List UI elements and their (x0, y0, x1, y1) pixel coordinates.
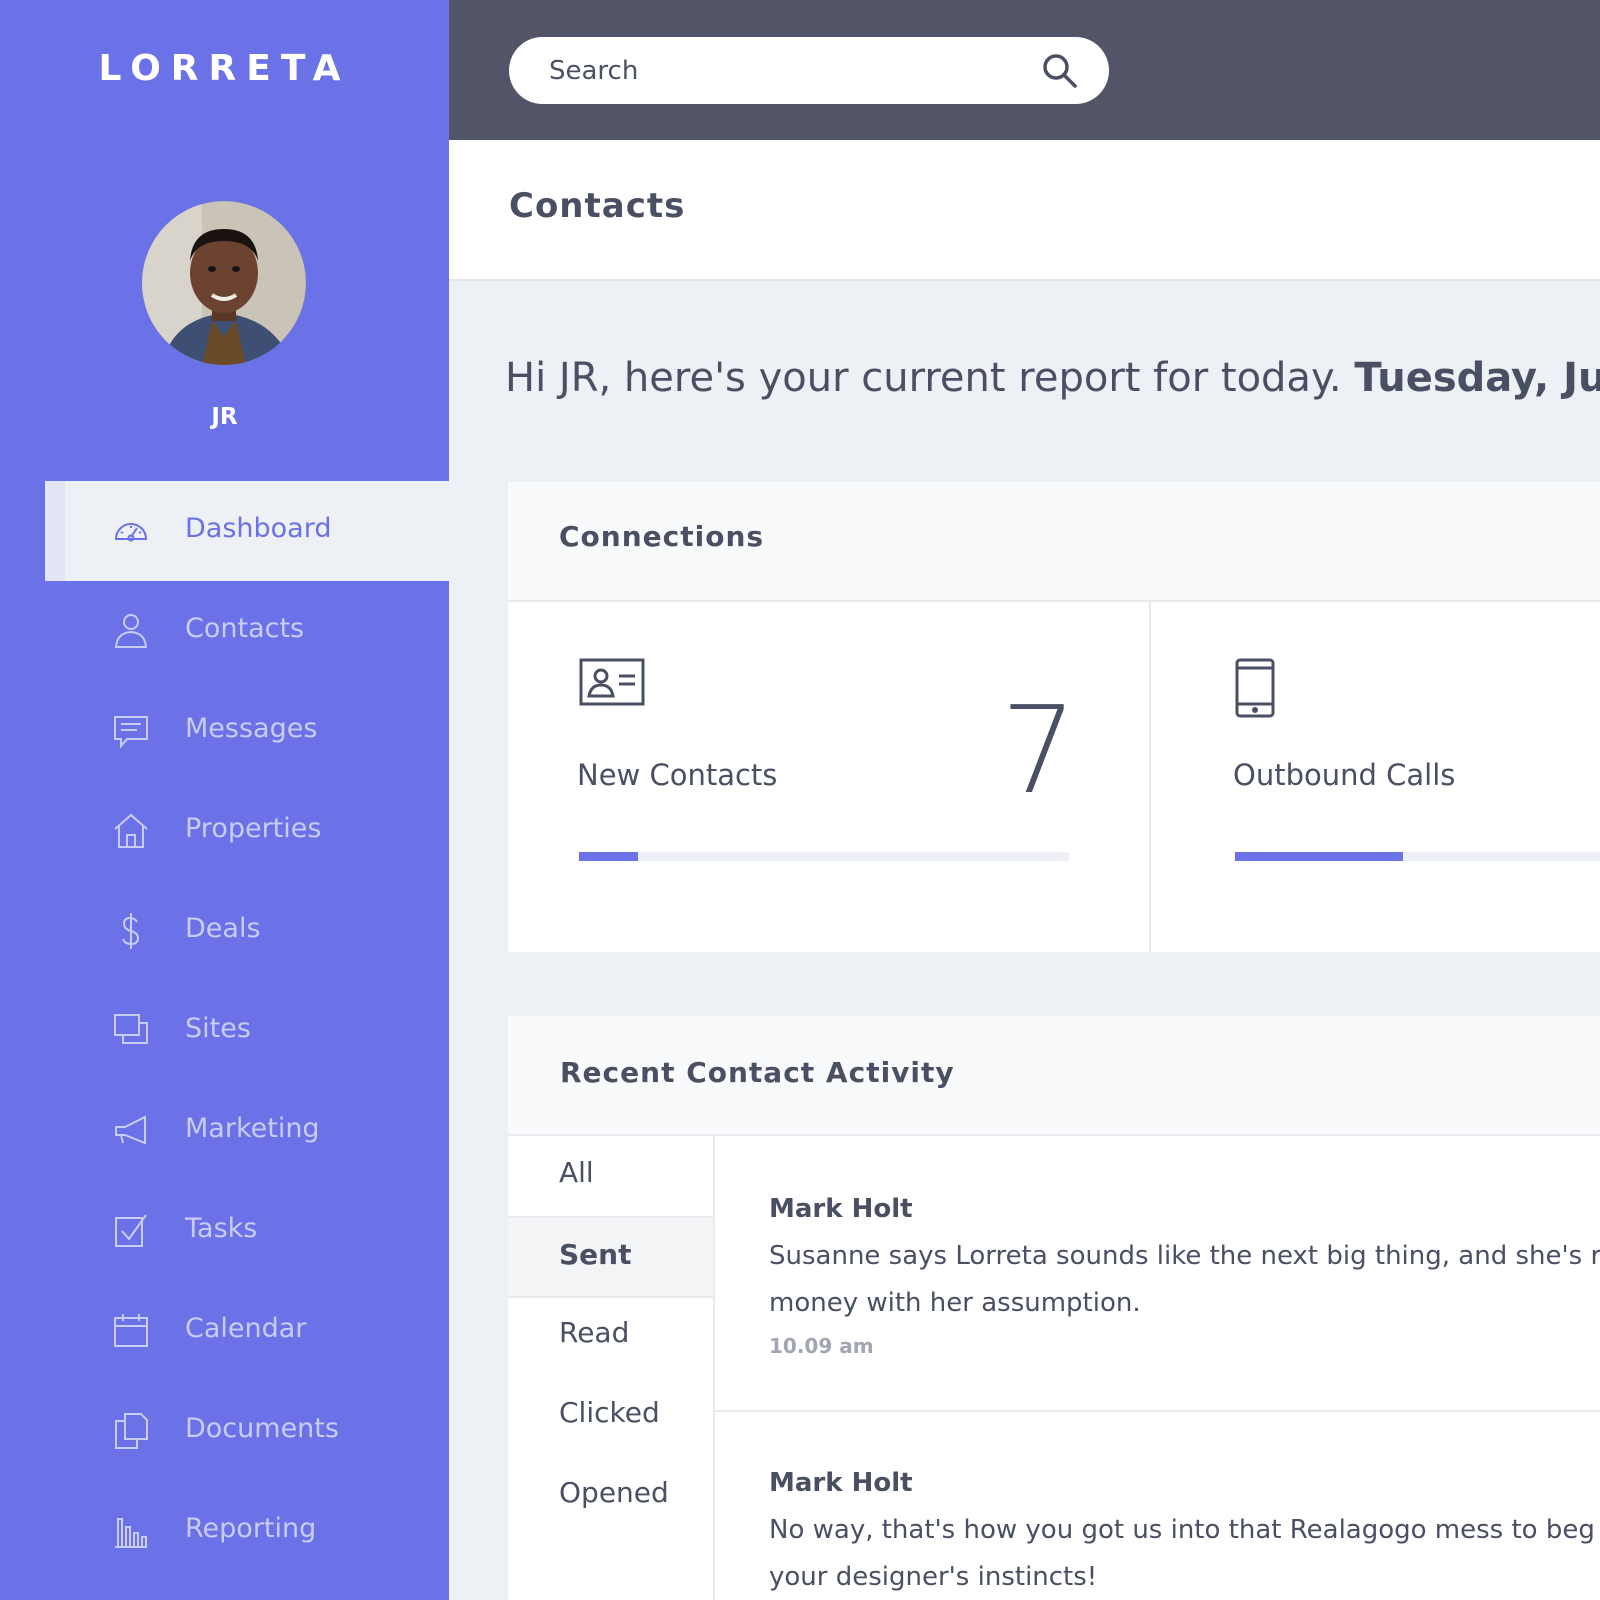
activity-card: Recent Contact Activity All Sent Read Cl… (508, 1016, 1600, 1600)
list-item[interactable]: Mark Holt Susanne says Lorreta sounds li… (715, 1136, 1600, 1410)
dashboard-gauge-icon (114, 523, 148, 542)
top-bar (449, 0, 1600, 140)
card-title: Connections (559, 520, 765, 553)
sidebar-item-label: Tasks (185, 1213, 258, 1244)
sidebar-item-properties[interactable]: Properties (45, 781, 449, 881)
sidebar-item-contacts[interactable]: Contacts (45, 581, 449, 681)
sidebar-item-label: Marketing (185, 1113, 320, 1144)
dollar-icon (122, 913, 140, 949)
tab-label: Read (559, 1316, 630, 1349)
message-line: money with her assumption. (769, 1288, 1141, 1318)
tab-label: Opened (559, 1476, 669, 1509)
contact-name: Mark Holt (769, 1194, 913, 1224)
sidebar-item-label: Documents (185, 1413, 339, 1444)
search-input[interactable] (547, 51, 1021, 91)
sidebar-item-reporting[interactable]: Reporting (45, 1481, 449, 1581)
connections-card: Connections New Contacts 7 Outbound Call… (508, 482, 1600, 952)
sidebar-item-label: Deals (185, 913, 261, 944)
windows-icon (114, 1014, 148, 1044)
message-line: your designer's instincts! (769, 1562, 1098, 1592)
page-header: Contacts (449, 140, 1600, 281)
activity-list: Mark Holt Susanne says Lorreta sounds li… (715, 1136, 1600, 1600)
sidebar-item-label: Reporting (185, 1513, 317, 1544)
user-name: JR (211, 404, 238, 430)
documents-icon (115, 1413, 148, 1449)
sidebar-item-label: Contacts (185, 613, 305, 644)
tab-label: Sent (559, 1238, 632, 1271)
tab-all[interactable]: All (508, 1136, 713, 1214)
stat-new-contacts[interactable]: New Contacts 7 (508, 602, 1151, 952)
stat-label: Outbound Calls (1233, 758, 1456, 792)
sidebar-item-calendar[interactable]: Calendar (45, 1281, 449, 1381)
brand-logo[interactable]: LORRETA (0, 48, 449, 89)
avatar[interactable] (142, 201, 306, 365)
tab-opened[interactable]: Opened (508, 1456, 713, 1534)
sidebar-item-label: Messages (185, 713, 318, 744)
user-icon (114, 614, 148, 648)
chat-icon (114, 716, 148, 749)
sidebar-item-label: Dashboard (185, 513, 332, 544)
search-icon[interactable] (1041, 52, 1079, 90)
progress-track (1235, 852, 1600, 861)
sidebar-item-marketing[interactable]: Marketing (45, 1081, 449, 1181)
progress-fill (1235, 852, 1403, 861)
tab-label: All (559, 1156, 594, 1189)
sidebar-item-sites[interactable]: Sites (45, 981, 449, 1081)
sidebar-item-documents[interactable]: Documents (45, 1381, 449, 1481)
sidebar-nav: Dashboard Contacts Messages Properties D… (45, 481, 449, 1581)
contact-name: Mark Holt (769, 1468, 913, 1498)
stat-outbound-calls[interactable]: Outbound Calls (1151, 602, 1600, 952)
page-title: Contacts (509, 186, 686, 226)
progress-fill (579, 852, 638, 861)
stat-value: 7 (1000, 682, 1077, 821)
calendar-icon (114, 1314, 148, 1347)
tab-clicked[interactable]: Clicked (508, 1376, 713, 1454)
stat-label: New Contacts (577, 758, 778, 792)
sidebar-item-label: Properties (185, 813, 322, 844)
tab-sent[interactable]: Sent (508, 1216, 713, 1298)
sidebar-item-label: Sites (185, 1013, 251, 1044)
timestamp: 10.09 am (769, 1334, 874, 1358)
greeting-text: Hi JR, here's your current report for to… (505, 355, 1342, 401)
house-icon (114, 813, 148, 848)
sidebar: LORRETA JR Dashboard Contacts Messages P… (0, 0, 449, 1600)
message-line: No way, that's how you got us into that … (769, 1515, 1595, 1545)
contact-card-icon (579, 658, 645, 706)
megaphone-icon (115, 1115, 146, 1145)
sidebar-item-dashboard[interactable]: Dashboard (45, 481, 449, 581)
phone-icon (1235, 658, 1275, 718)
sidebar-item-tasks[interactable]: Tasks (45, 1181, 449, 1281)
card-title: Recent Contact Activity (560, 1056, 955, 1089)
tab-read[interactable]: Read (508, 1296, 713, 1374)
list-item[interactable]: Mark Holt No way, that's how you got us … (715, 1412, 1600, 1600)
sidebar-item-deals[interactable]: Deals (45, 881, 449, 981)
progress-track (579, 852, 1069, 861)
message-line: Susanne says Lorreta sounds like the nex… (769, 1241, 1600, 1271)
activity-tabs: All Sent Read Clicked Opened (508, 1136, 715, 1600)
search-box (509, 37, 1109, 104)
greeting: Hi JR, here's your current report for to… (505, 355, 1600, 401)
bar-chart-icon (115, 1518, 147, 1548)
sidebar-item-messages[interactable]: Messages (45, 681, 449, 781)
card-header: Connections (508, 482, 1600, 602)
greeting-date: Tuesday, June (1354, 355, 1600, 401)
sidebar-item-label: Calendar (185, 1313, 307, 1344)
card-header: Recent Contact Activity (508, 1016, 1600, 1136)
tab-label: Clicked (559, 1396, 660, 1429)
checkbox-icon (115, 1214, 147, 1247)
